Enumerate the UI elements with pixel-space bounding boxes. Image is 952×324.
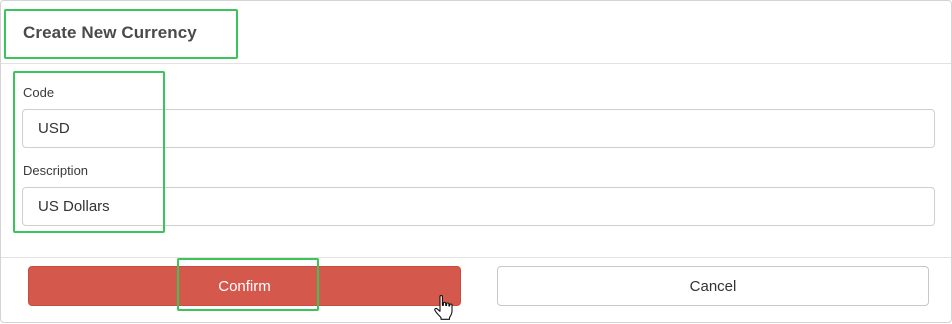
description-label: Description bbox=[23, 163, 89, 178]
create-currency-dialog: Create New Currency Code Description Con… bbox=[0, 0, 952, 323]
dialog-title: Create New Currency bbox=[23, 23, 197, 42]
cancel-button[interactable]: Cancel bbox=[497, 266, 929, 306]
confirm-button-label: Confirm bbox=[218, 277, 271, 295]
footer-divider bbox=[1, 257, 951, 258]
description-input[interactable] bbox=[22, 187, 935, 226]
code-label: Code bbox=[23, 85, 55, 100]
confirm-button[interactable]: Confirm bbox=[28, 266, 461, 306]
dialog-header: Create New Currency bbox=[1, 1, 951, 64]
code-input[interactable] bbox=[22, 109, 935, 148]
cancel-button-label: Cancel bbox=[689, 277, 737, 295]
